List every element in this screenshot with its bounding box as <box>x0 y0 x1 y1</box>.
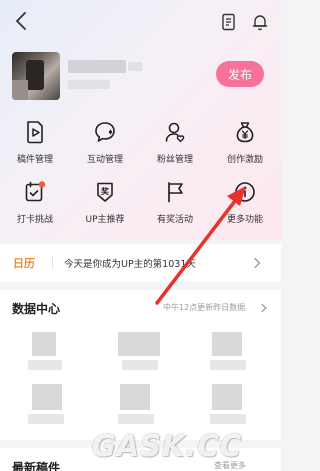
chevron-left-icon <box>16 12 26 30</box>
more-icon <box>235 182 255 202</box>
stat-value-blurred <box>32 332 56 356</box>
stat-label-blurred <box>210 360 246 370</box>
tool-label: 粉丝管理 <box>156 155 193 165</box>
data-center-note[interactable]: 中午12点更新昨日数据 <box>163 302 245 313</box>
tool-label: UP主推荐 <box>85 215 125 225</box>
tool-up-recommend[interactable]: 奖 UP主推荐 <box>70 178 140 234</box>
stat-label-blurred <box>122 360 158 370</box>
flag-icon <box>168 182 183 203</box>
bell-icon <box>252 15 268 31</box>
tool-label: 创作激励 <box>226 155 263 165</box>
checkin-calendar-icon <box>25 181 46 202</box>
username-blurred <box>68 60 142 73</box>
top-bar <box>0 0 281 44</box>
tool-label: 有奖活动 <box>156 215 193 225</box>
notes-button[interactable] <box>218 11 240 33</box>
document-icon <box>222 13 235 31</box>
calendar-row[interactable]: 日历 今天是你成为UP主的第1031天 <box>0 244 281 282</box>
svg-text:奖: 奖 <box>101 186 110 196</box>
chevron-right-icon <box>261 303 267 313</box>
tool-fans[interactable]: 粉丝管理 <box>140 118 210 174</box>
publish-button[interactable]: 发布 <box>216 61 264 87</box>
data-center-card: 数据中心 中午12点更新昨日数据 <box>0 290 281 440</box>
data-center-title: 数据中心 <box>12 302 61 316</box>
calendar-divider <box>52 256 53 270</box>
stat-value-blurred <box>120 384 150 410</box>
stat-label-blurred <box>28 360 62 370</box>
tool-more-functions[interactable]: 更多功能 <box>210 178 280 234</box>
tool-label: 更多功能 <box>226 215 263 225</box>
notification-button[interactable] <box>249 11 271 33</box>
recent-posts-title: 最新稿件 <box>12 461 61 471</box>
fans-icon <box>165 122 185 143</box>
avatar[interactable] <box>12 52 60 100</box>
tool-checkin[interactable]: 打卡挑战 <box>0 178 70 234</box>
tool-interaction[interactable]: 互动管理 <box>70 118 140 174</box>
stat-label-blurred <box>210 414 246 424</box>
calendar-tag: 日历 <box>13 257 35 270</box>
money-bag-icon <box>236 122 254 143</box>
stat-value-blurred <box>118 332 160 356</box>
chat-bubble-icon <box>95 122 115 142</box>
tool-label: 打卡挑战 <box>16 215 53 225</box>
tool-label: 稿件管理 <box>16 155 53 165</box>
back-button[interactable] <box>8 8 34 34</box>
badge-icon: 奖 <box>97 182 113 202</box>
chevron-right-icon <box>254 257 261 269</box>
stat-label-blurred <box>118 414 154 424</box>
watermark: GASK.CC <box>92 429 243 463</box>
tool-label: 互动管理 <box>86 155 123 165</box>
calendar-text: 今天是你成为UP主的第1031天 <box>64 259 196 270</box>
tool-incentive[interactable]: 创作激励 <box>210 118 280 174</box>
stat-value-blurred <box>212 384 242 410</box>
stat-label-blurred <box>28 414 64 424</box>
stat-value-blurred <box>212 332 242 356</box>
manuscript-icon <box>27 121 43 144</box>
tool-prize-activity[interactable]: 有奖活动 <box>140 178 210 234</box>
user-subtitle-blurred <box>68 80 110 89</box>
stat-value-blurred <box>32 384 62 410</box>
tool-manuscript[interactable]: 稿件管理 <box>0 118 70 174</box>
